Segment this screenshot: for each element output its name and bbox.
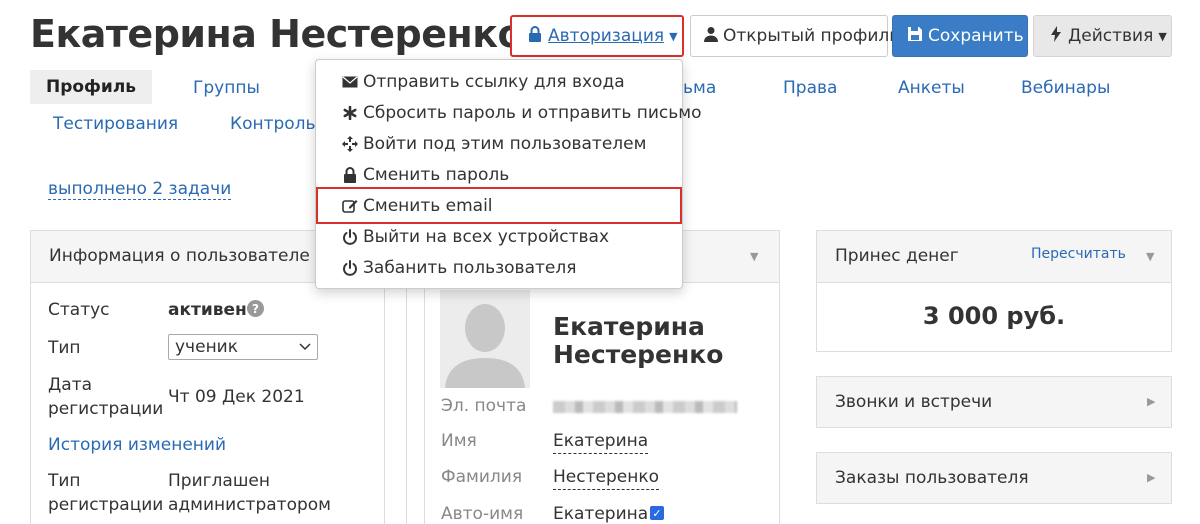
reg-type-label-line2: регистрации: [48, 495, 164, 515]
tab-profile[interactable]: Профиль: [30, 70, 152, 104]
reg-type-value-line1: Приглашен: [168, 471, 270, 491]
avatar: [440, 290, 530, 388]
envelope-icon: [340, 76, 360, 88]
auto-name-checkbox[interactable]: ✓: [650, 506, 664, 520]
menu-item-change-password[interactable]: Сменить пароль: [340, 162, 509, 188]
actions-dropdown-button[interactable]: Действия ▼: [1033, 15, 1172, 57]
page-title: Екатерина Нестеренко: [30, 12, 524, 56]
change-email-highlight: [316, 187, 682, 224]
help-icon[interactable]: ?: [247, 300, 264, 317]
tasks-link[interactable]: выполнено 2 задачи: [48, 179, 232, 200]
auth-dropdown-button[interactable]: Авторизация ▼: [510, 15, 684, 57]
calls-panel-title: Звонки и встречи: [835, 392, 993, 412]
collapse-down-icon[interactable]: ▼: [750, 250, 758, 263]
menu-item-login-as-user[interactable]: Войти под этим пользователем: [340, 131, 646, 157]
history-link[interactable]: История изменений: [48, 433, 226, 457]
orders-panel-title: Заказы пользователя: [835, 468, 1029, 488]
email-label: Эл. почта: [441, 396, 527, 416]
reg-date-label-line2: регистрации: [48, 399, 164, 419]
menu-item-reset-password[interactable]: Сбросить пароль и отправить письмо: [340, 100, 702, 126]
tab-tests[interactable]: Тестирования: [53, 114, 178, 134]
expand-right-icon[interactable]: ▶: [1147, 471, 1155, 484]
tab-letters[interactable]: ьма: [683, 78, 716, 98]
profile-name-line2: Нестеренко: [553, 340, 724, 369]
public-profile-button[interactable]: Открытый профиль: [690, 15, 899, 57]
power-icon: [340, 260, 360, 276]
power-icon: [340, 229, 360, 245]
actions-label: Действия: [1068, 26, 1154, 46]
lock-icon: [340, 167, 360, 183]
status-value: активен: [168, 300, 247, 320]
move-icon: [340, 136, 360, 152]
tab-rights[interactable]: Права: [783, 78, 837, 98]
public-profile-label: Открытый профиль: [723, 26, 900, 46]
collapse-down-icon[interactable]: ▼: [1146, 250, 1154, 263]
reg-date-label-line1: Дата: [48, 375, 93, 395]
tab-groups[interactable]: Группы: [193, 78, 260, 98]
save-button[interactable]: Сохранить: [892, 15, 1028, 57]
expand-right-icon[interactable]: ▶: [1147, 395, 1155, 408]
reg-type-label-line1: Тип: [48, 471, 81, 491]
auto-name-label: Авто-имя: [441, 504, 524, 524]
menu-item-label: Войти под этим пользователем: [363, 134, 647, 154]
menu-item-label: Забанить пользователя: [363, 258, 577, 278]
caret-down-icon: ▼: [669, 29, 678, 43]
tab-webinars[interactable]: Вебинары: [1021, 78, 1110, 98]
chevron-down-icon: [299, 335, 311, 367]
tab-surveys[interactable]: Анкеты: [898, 78, 965, 98]
auto-name-value: Екатерина: [553, 504, 649, 524]
floppy-icon: [907, 26, 923, 47]
email-value-blurred: [553, 401, 737, 413]
menu-item-send-login-link[interactable]: Отправить ссылку для входа: [340, 69, 625, 95]
money-amount: 3 000 руб.: [922, 302, 1066, 330]
money-panel-title: Принес денег: [835, 246, 959, 266]
bolt-icon: [1050, 25, 1062, 47]
status-label: Статус: [48, 300, 110, 320]
first-name-label: Имя: [441, 431, 477, 451]
caret-down-icon: ▼: [1158, 29, 1167, 43]
auth-dropdown-menu: Отправить ссылку для входа Сбросить паро…: [315, 59, 702, 289]
last-name-value[interactable]: Нестеренко: [553, 465, 659, 490]
reg-type-value-line2: администратором: [168, 495, 331, 515]
profile-name-line1: Екатерина: [553, 312, 705, 341]
lock-icon: [528, 25, 542, 47]
auth-button-label: Авторизация: [548, 26, 665, 46]
asterisk-icon: [340, 106, 360, 120]
menu-item-logout-all-devices[interactable]: Выйти на всех устройствах: [340, 224, 609, 250]
type-label: Тип: [48, 338, 81, 358]
user-icon: [703, 26, 719, 47]
calls-panel[interactable]: Звонки и встречи: [816, 376, 1172, 428]
user-type-value: ученик: [175, 337, 238, 357]
save-label: Сохранить: [928, 26, 1024, 46]
menu-item-label: Выйти на всех устройствах: [363, 227, 610, 247]
user-info-panel-title: Информация о пользователе: [49, 246, 310, 266]
menu-item-label: Отправить ссылку для входа: [363, 72, 625, 92]
user-type-select[interactable]: ученик: [168, 334, 318, 360]
menu-item-ban-user[interactable]: Забанить пользователя: [340, 255, 576, 281]
first-name-value[interactable]: Екатерина: [553, 429, 649, 454]
menu-item-label: Сбросить пароль и отправить письмо: [363, 103, 702, 123]
menu-item-label: Сменить пароль: [363, 165, 510, 185]
last-name-label: Фамилия: [441, 467, 523, 487]
recalculate-link[interactable]: Пересчитать: [1031, 246, 1126, 262]
reg-date-value: Чт 09 Дек 2021: [168, 387, 305, 407]
orders-panel[interactable]: Заказы пользователя: [816, 452, 1172, 504]
